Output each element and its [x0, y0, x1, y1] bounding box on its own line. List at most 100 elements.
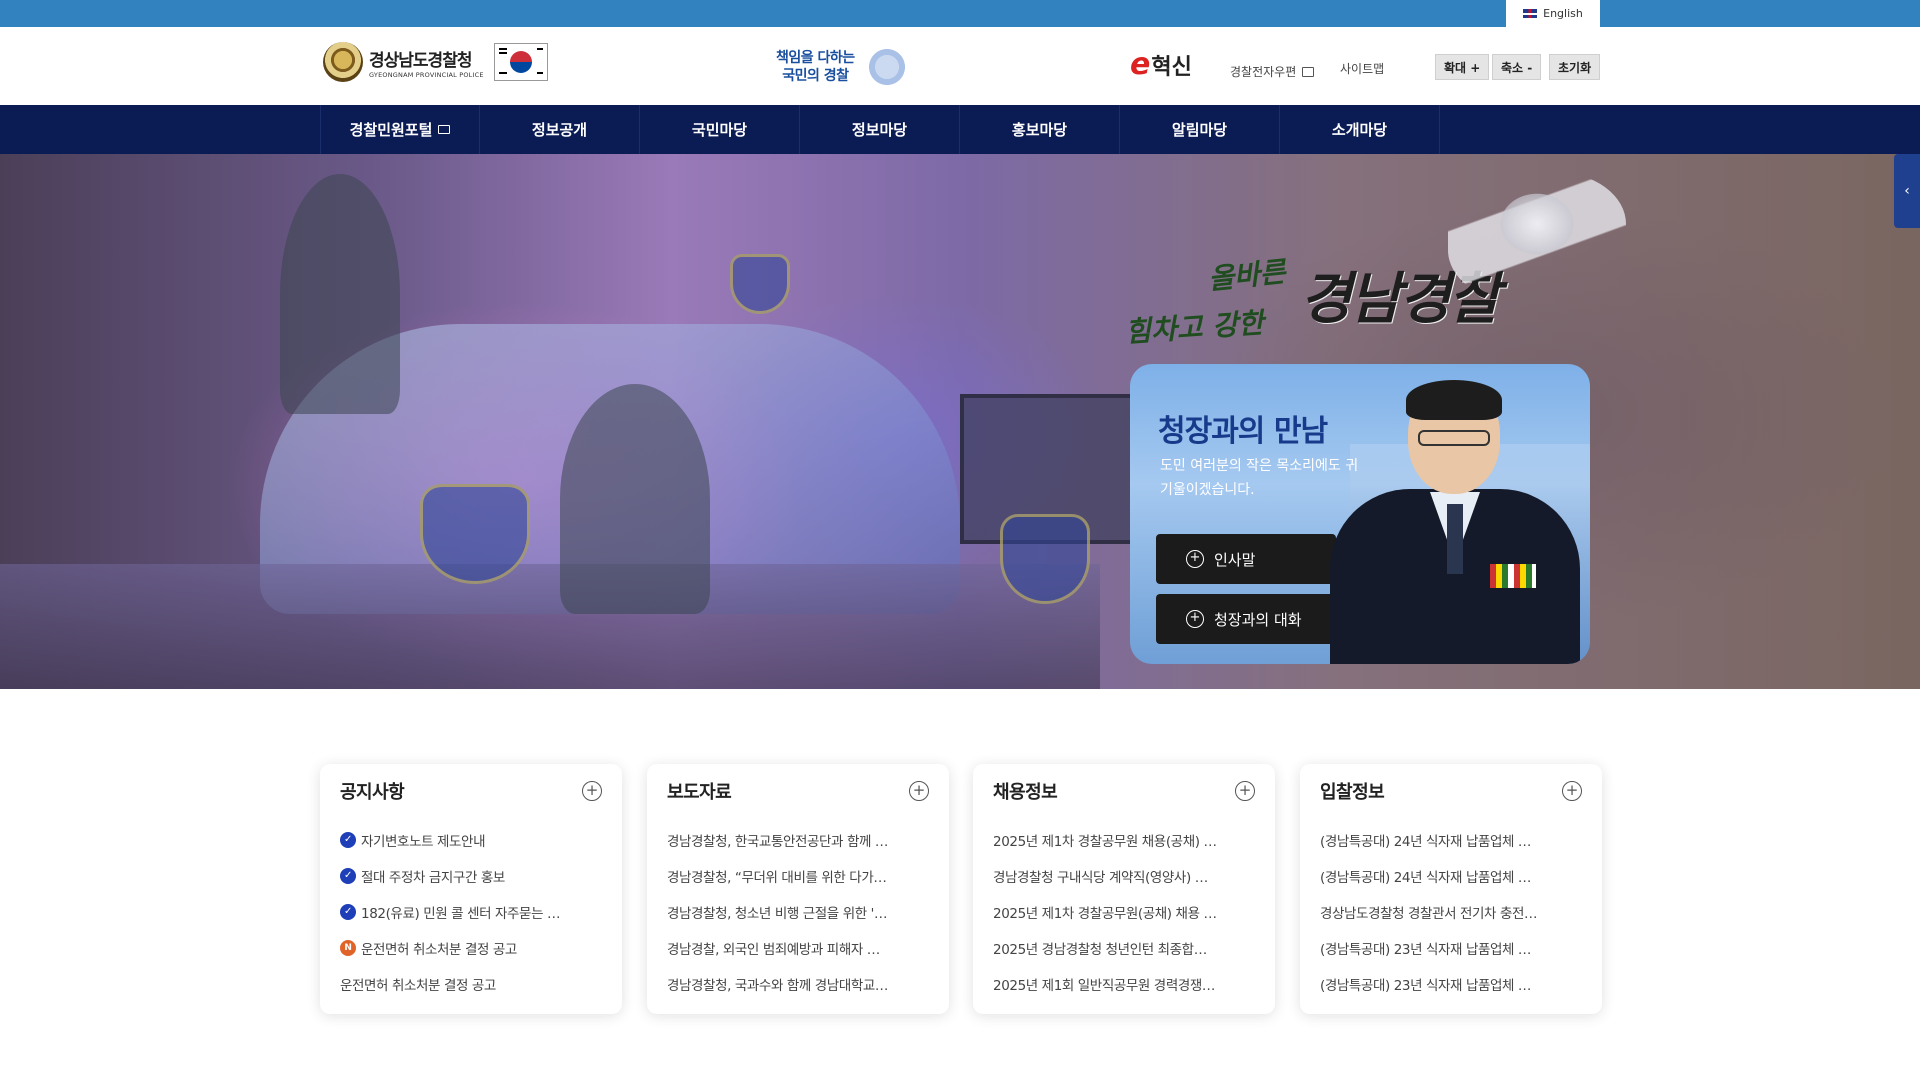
nav-label: 경찰민원포털	[349, 121, 433, 139]
plus-circle-icon: +	[1186, 550, 1204, 568]
police-emblem-icon	[323, 42, 363, 82]
header-slogan: 책임을 다하는 국민의 경찰	[776, 47, 909, 87]
greeting-button[interactable]: + 인사말	[1156, 534, 1336, 584]
zoom-out-button[interactable]: 축소 -	[1492, 54, 1542, 80]
card-title: 청장과의 만남	[1158, 414, 1328, 449]
eagle-icon	[864, 47, 909, 87]
nav-item-information[interactable]: 정보마당	[800, 105, 960, 154]
logo-korean-text: 경상남도경찰청	[369, 50, 472, 71]
police-badge-graphic	[730, 254, 790, 314]
list-item[interactable]: 경남경찰청, 청소년 비행 근절을 위한 '…	[667, 894, 935, 930]
site-logo[interactable]: 경상남도경찰청 GYEONGNAM PROVINCIAL POLICE	[323, 42, 548, 82]
zoom-in-button[interactable]: 확대 +	[1435, 54, 1490, 80]
new-window-icon	[438, 125, 451, 134]
english-language-button[interactable]: English	[1506, 0, 1600, 27]
list-item[interactable]: (경남특공대) 24년 식자재 납품업체 …	[1320, 858, 1588, 894]
board-title[interactable]: 보도자료	[667, 778, 732, 804]
sitemap-link[interactable]: 사이트맵	[1340, 60, 1384, 77]
list-item-text: (경남특공대) 24년 식자재 납품업체 …	[1320, 870, 1532, 886]
list-item[interactable]: 경남경찰청, “무더위 대비를 위한 다가…	[667, 858, 935, 894]
board-title[interactable]: 채용정보	[993, 778, 1058, 804]
recruit-board: 채용정보 +2025년 제1차 경찰공무원 채용(공채) … 경남경찰청 구내식당 …	[973, 764, 1275, 1014]
nav-item-publicity[interactable]: 홍보마당	[960, 105, 1120, 154]
list-item[interactable]: 경남경찰청, 한국교통안전공단과 함께 …	[667, 822, 935, 858]
sitemap-label: 사이트맵	[1340, 62, 1385, 76]
zoom-reset-button[interactable]: 초기화	[1549, 54, 1601, 80]
list-item-text: 경남경찰청 구내식당 계약직(영양사) …	[993, 870, 1208, 886]
e-hyeoksin-e: e	[1130, 47, 1151, 82]
list-item[interactable]: (경남특공대) 24년 식자재 납품업체 …	[1320, 822, 1588, 858]
nav-item-citizen[interactable]: 국민마당	[640, 105, 800, 154]
logo-english-text: GYEONGNAM PROVINCIAL POLICE	[369, 70, 484, 79]
korean-flag-icon	[493, 43, 548, 81]
nav-item-notice[interactable]: 알림마당	[1120, 105, 1280, 154]
nav-item-civil-portal[interactable]: 경찰민원포털	[320, 105, 480, 154]
english-label: English	[1543, 7, 1583, 20]
list-item[interactable]: 2025년 제1회 일반직공무원 경력경쟁…	[993, 966, 1261, 1002]
list-item[interactable]: N 운전면허 취소처분 결정 공고	[340, 930, 608, 966]
list-item[interactable]: (경남특공대) 23년 식자재 납품업체 …	[1320, 966, 1588, 1002]
officer-silhouette	[280, 174, 400, 414]
list-item-text: 경상남도경찰청 경찰관서 전기차 충전…	[1320, 906, 1538, 922]
eagle-emblem-icon	[1448, 172, 1626, 302]
chevron-left-icon: ‹	[1904, 183, 1910, 199]
list-item-text: 2025년 경남경찰청 청년인턴 최종합…	[993, 942, 1207, 958]
bid-board: 입찰정보 + (경남특공대) 24년 식자재 납품업체 … (경남특공대) 24년 식…	[1300, 764, 1602, 1014]
slogan-line1: 책임을 다하는	[776, 50, 855, 66]
check-icon: ✓	[340, 832, 356, 848]
board-title[interactable]: 입찰정보	[1320, 778, 1385, 804]
commissioner-photo	[1330, 380, 1580, 664]
list-item[interactable]: 2025년 경남경찰청 청년인턴 최종합…	[993, 930, 1261, 966]
plus-circle-icon[interactable]: +	[1235, 781, 1255, 801]
list-item[interactable]: 2025년 제1차 경찰공무원 채용(공채) …	[993, 822, 1261, 858]
list-item[interactable]: ✓ 절대 주정차 금지구간 홍보	[340, 858, 608, 894]
press-board: 보도자료 + 경남경찰청, 한국교통안전공단과 함께 … 경남경찰청, “무더위 대비…	[647, 764, 949, 1014]
police-badge-graphic	[1000, 514, 1090, 604]
e-hyeoksin-text: 혁신	[1151, 55, 1192, 80]
monitor-icon	[1302, 66, 1315, 77]
police-email-link[interactable]: 경찰전자우편	[1230, 63, 1315, 80]
list-item-text: 운전면허 취소처분 결정 공고	[340, 978, 496, 994]
nav-item-info-disclosure[interactable]: 정보공개	[480, 105, 640, 154]
plus-circle-icon[interactable]: +	[1562, 781, 1582, 801]
uk-flag-icon	[1523, 9, 1538, 18]
plus-circle-icon[interactable]: +	[582, 781, 602, 801]
list-item-text: (경남특공대) 23년 식자재 납품업체 …	[1320, 942, 1532, 958]
greeting-label: 인사말	[1214, 550, 1256, 569]
police-badge-graphic	[420, 484, 530, 584]
e-hyeoksin-link[interactable]: e 혁신	[1130, 47, 1192, 82]
side-panel-toggle[interactable]: ‹	[1894, 154, 1920, 228]
check-icon: ✓	[340, 868, 356, 884]
list-item-text: 경남경찰청, 국과수와 함께 경남대학교…	[667, 978, 888, 994]
board-list: ✓ 자기변호노트 제도안내 ✓ 절대 주정차 금지구간 홍보 ✓ 182(유료) 민원 콜…	[340, 822, 608, 1002]
board-title[interactable]: 공지사항	[340, 778, 405, 804]
list-item[interactable]: 운전면허 취소처분 결정 공고	[340, 966, 608, 1002]
list-item-text: 절대 주정차 금지구간 홍보	[361, 870, 505, 886]
list-item[interactable]: 경남경찰청 구내식당 계약직(영양사) …	[993, 858, 1261, 894]
board-list: 2025년 제1차 경찰공무원 채용(공채) … 경남경찰청 구내식당 계약직(영…	[993, 822, 1261, 1002]
list-item-text: 2025년 제1회 일반직공무원 경력경쟁…	[993, 978, 1215, 994]
list-item-text: 경남경찰청, 한국교통안전공단과 함께 …	[667, 834, 888, 850]
talk-with-commissioner-button[interactable]: + 청장과의 대화	[1156, 594, 1336, 644]
list-item[interactable]: 2025년 제1차 경찰공무원(공채) 채용 …	[993, 894, 1261, 930]
list-item-text: 자기변호노트 제도안내	[361, 834, 486, 850]
list-item-text: 운전면허 취소처분 결정 공고	[361, 942, 517, 958]
list-item-text: (경남특공대) 23년 식자재 납품업체 …	[1320, 978, 1532, 994]
notice-board: 공지사항 + ✓ 자기변호노트 제도안내 ✓ 절대 주정차 금지구간 홍보 ✓ 182(유료)…	[320, 764, 622, 1014]
board-list: 경남경찰청, 한국교통안전공단과 함께 … 경남경찰청, “무더위 대비를 위한 …	[667, 822, 935, 1002]
hero-slogan-small2: 힘차고 강한	[1124, 306, 1265, 349]
new-icon: N	[340, 940, 356, 956]
nav-item-about[interactable]: 소개마당	[1280, 105, 1440, 154]
hero-slogan-small1: 올바른	[1206, 255, 1287, 296]
main-nav: 경찰민원포털 정보공개 국민마당 정보마당 홍보마당 알림마당 소개마당	[0, 105, 1920, 154]
list-item[interactable]: 경남경찰, 외국인 범죄예방과 피해자 …	[667, 930, 935, 966]
hero-banner: 올바른 힘차고 강한 경남경찰	[0, 154, 1920, 689]
list-item[interactable]: ✓ 자기변호노트 제도안내	[340, 822, 608, 858]
commissioner-card: 청장과의 만남 도민 여러분의 작은 목소리에도 귀기울이겠습니다. + 인사말…	[1130, 364, 1590, 664]
list-item[interactable]: 경상남도경찰청 경찰관서 전기차 충전…	[1320, 894, 1588, 930]
list-item-text: 182(유료) 민원 콜 센터 자주묻는 …	[361, 906, 561, 922]
plus-circle-icon[interactable]: +	[909, 781, 929, 801]
list-item[interactable]: ✓ 182(유료) 민원 콜 센터 자주묻는 …	[340, 894, 608, 930]
list-item[interactable]: 경남경찰청, 국과수와 함께 경남대학교…	[667, 966, 935, 1002]
list-item[interactable]: (경남특공대) 23년 식자재 납품업체 …	[1320, 930, 1588, 966]
